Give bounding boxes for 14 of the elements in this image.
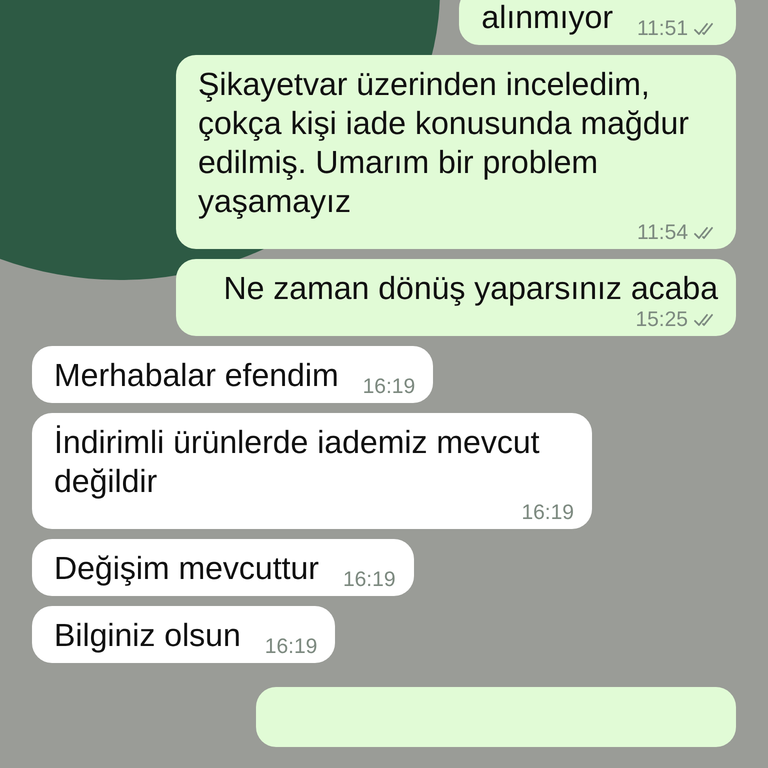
message-time: 16:19	[521, 500, 574, 526]
message-time: 15:25	[635, 307, 688, 333]
message-text: Ne zaman dönüş yaparsınız acaba	[223, 269, 718, 308]
message-time: 11:54	[637, 220, 688, 246]
message-time: 16:19	[342, 567, 396, 593]
message-text: Değişim mevcuttur	[54, 549, 319, 588]
message-text: Şikayetvar üzerinden inceledim, çokça kişi iade konusunda mağdur edilmiş. Umarım bir problem yaşamayız	[198, 65, 690, 221]
message-time: 16:19	[362, 374, 416, 400]
message-text: İndirimli ürünlerde iademiz mevcut değildir	[54, 423, 541, 501]
message-text: Merhabalar efendim	[54, 356, 339, 395]
message-time: 11:51	[637, 16, 688, 42]
message-time: 16:19	[264, 634, 318, 660]
message-text: Bilginiz olsun	[54, 616, 241, 655]
message-text: alınmıyor	[481, 0, 613, 37]
